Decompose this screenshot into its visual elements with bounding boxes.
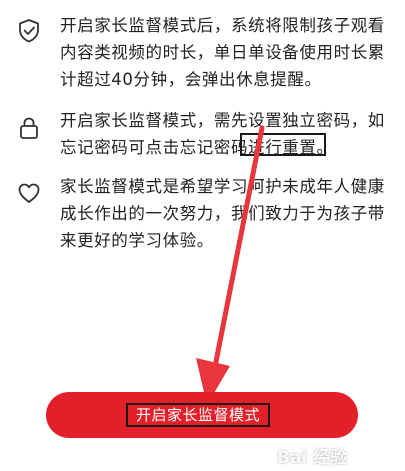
- shield-check-icon: [19, 19, 39, 43]
- feature-text-password: 开启家长监督模式，需先设置独立密码，如 忘记密码可点击忘记密码进行重置。: [60, 111, 385, 157]
- annotation-highlight-box: [240, 133, 326, 156]
- baidu-jingyan-watermark: Bai 经验: [277, 448, 348, 468]
- enable-parental-mode-label: 开启家长监督模式: [126, 403, 270, 427]
- feature-text-care: 家长监督模式是希望学习呵护未成年人健康 成长作出的一次努力，我们致力于为孩子带 …: [60, 177, 385, 250]
- enable-parental-mode-button[interactable]: 开启家长监督模式: [46, 392, 358, 438]
- lock-icon: [20, 117, 38, 139]
- heart-icon: [18, 183, 40, 203]
- feature-text-time-limit: 开启家长监督模式后，系统将限制孩子观看 内容类视频的时长，单日单设备使用时长累 …: [60, 16, 385, 89]
